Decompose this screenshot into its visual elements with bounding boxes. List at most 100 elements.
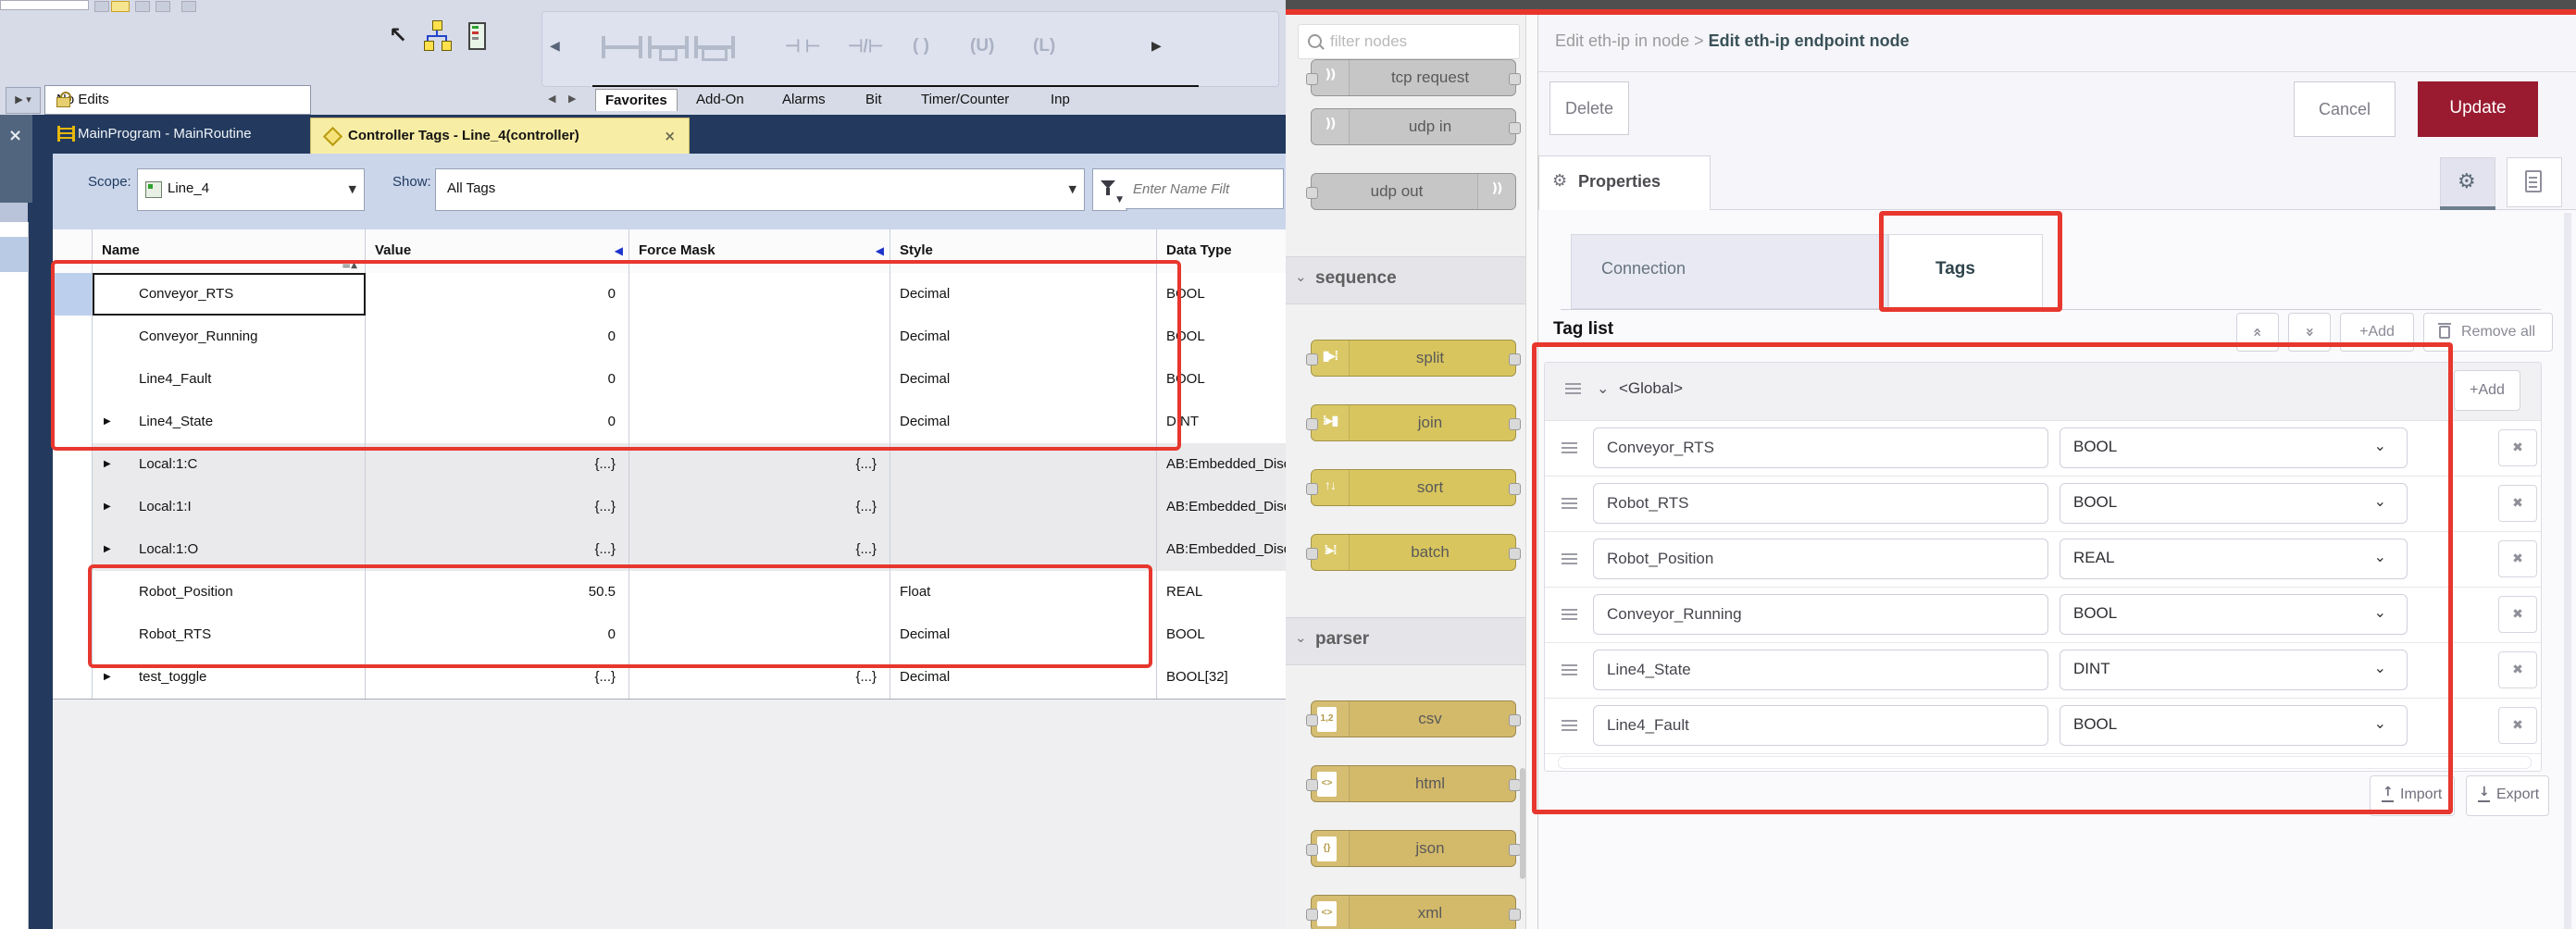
tag-name-input[interactable]: [1593, 594, 2048, 635]
toolbar-icon[interactable]: [94, 1, 109, 12]
tag-name-input[interactable]: [1593, 650, 2048, 690]
toolbar-icon-highlighted[interactable]: [111, 1, 130, 12]
tag-value-cell[interactable]: {...}: [366, 486, 629, 528]
palette-node-batch[interactable]: ⁞▸⁞ batch: [1311, 534, 1516, 571]
move-down-button[interactable]: «: [2288, 313, 2331, 352]
tag-force-cell[interactable]: [629, 358, 890, 401]
ladder-tab-timercounter[interactable]: Timer/Counter: [912, 89, 1018, 110]
tag-force-cell[interactable]: {...}: [629, 443, 890, 486]
tag-style-cell[interactable]: [890, 528, 1157, 571]
tag-force-cell[interactable]: {...}: [629, 528, 890, 571]
tag-name-cell[interactable]: Conveyor_Running: [93, 316, 366, 358]
row-selector[interactable]: [53, 443, 93, 486]
breadcrumb-parent[interactable]: Edit eth-ip in node: [1555, 31, 1689, 50]
remove-tag-button[interactable]: ✖: [2498, 651, 2537, 688]
ladder-tab-bit[interactable]: Bit: [856, 89, 891, 110]
remove-tag-button[interactable]: ✖: [2498, 707, 2537, 744]
palette-scrollbar[interactable]: [1520, 768, 1525, 879]
remove-tag-button[interactable]: ✖: [2498, 596, 2537, 633]
tag-style-cell[interactable]: [890, 486, 1157, 528]
ladder-tab-favorites[interactable]: Favorites: [595, 89, 678, 111]
tag-value-cell[interactable]: 0: [366, 273, 629, 316]
row-selector[interactable]: [53, 571, 93, 613]
remove-tag-button[interactable]: ✖: [2498, 540, 2537, 577]
tab-properties[interactable]: ⚙ Properties: [1538, 155, 1711, 210]
tag-name-input[interactable]: [1593, 483, 2048, 524]
name-filter-input[interactable]: [1126, 168, 1284, 209]
expand-arrow-icon[interactable]: ▶: [104, 528, 111, 571]
rung-icon[interactable]: [602, 36, 642, 58]
cancel-button[interactable]: Cancel: [2294, 81, 2396, 137]
tag-force-cell[interactable]: {...}: [629, 656, 890, 699]
tag-type-select[interactable]: BOOL ⌄: [2060, 594, 2408, 635]
node-description-button[interactable]: [2507, 157, 2562, 207]
palette-category-sequence[interactable]: ⌄ sequence: [1286, 256, 1525, 304]
scope-dropdown[interactable]: Line_4 ▼: [137, 168, 365, 211]
palette-node-xml[interactable]: <> xml: [1311, 895, 1516, 929]
expand-arrow-icon[interactable]: ▶: [104, 656, 111, 699]
tag-value-cell[interactable]: 0: [366, 613, 629, 656]
col-header-style[interactable]: Style: [890, 229, 1157, 273]
ladder-tab-addon[interactable]: Add-On: [687, 89, 753, 110]
remove-tag-button[interactable]: ✖: [2498, 485, 2537, 522]
ladder-tab-alarms[interactable]: Alarms: [773, 89, 835, 110]
row-selector[interactable]: [53, 273, 93, 316]
palette-node-csv[interactable]: 1,2 csv: [1311, 700, 1516, 737]
table-row[interactable]: ▶ test_toggle {...} {...} Decimal BOOL[3…: [53, 656, 1286, 700]
palette-node-json[interactable]: {} json: [1311, 830, 1516, 867]
tag-group-header[interactable]: ⌄ <Global> +Add: [1545, 363, 2541, 421]
palette-node-sort[interactable]: ↑↓ sort: [1311, 469, 1516, 506]
tag-name-input[interactable]: [1593, 539, 2048, 579]
tag-name-cell[interactable]: ▶ Local:1:I: [93, 486, 366, 528]
table-row[interactable]: Robot_RTS 0 Decimal BOOL: [53, 613, 1286, 657]
chevron-down-icon[interactable]: ⌄: [1597, 379, 1609, 397]
tag-name-cell[interactable]: ▶ Local:1:O: [93, 528, 366, 571]
network-browse-icon[interactable]: [424, 20, 452, 52]
tag-value-cell[interactable]: 0: [366, 316, 629, 358]
show-dropdown[interactable]: All Tags ▼: [435, 168, 1085, 211]
col-header-name[interactable]: Name ≣▲: [93, 229, 366, 273]
tag-style-cell[interactable]: Decimal: [890, 273, 1157, 316]
otl-coil-icon[interactable]: (L): [1033, 36, 1055, 56]
tag-type-cell[interactable]: AB:Embedded_Discre...: [1157, 486, 1286, 528]
filter-funnel-button[interactable]: ▼: [1092, 168, 1127, 211]
module-icon[interactable]: [468, 22, 486, 50]
close-tab-icon[interactable]: ×: [664, 128, 676, 144]
table-row[interactable]: ▶ Local:1:I {...} {...} AB:Embedded_Disc…: [53, 486, 1286, 529]
branch-icon[interactable]: [648, 36, 689, 58]
palette-node-join[interactable]: ⁞▸▮ join: [1311, 404, 1516, 441]
table-row[interactable]: Conveyor_RTS 0 Decimal BOOL: [53, 273, 1286, 316]
ote-coil-icon[interactable]: ( ): [913, 36, 929, 56]
expand-arrow-icon[interactable]: ▶: [104, 443, 111, 486]
run-mode-menu-button[interactable]: ▶ ▾: [6, 87, 41, 114]
delete-button[interactable]: Delete: [1549, 81, 1629, 135]
tag-type-cell[interactable]: BOOL[32]: [1157, 656, 1286, 699]
tag-value-cell[interactable]: {...}: [366, 528, 629, 571]
tag-value-cell[interactable]: 0: [366, 358, 629, 401]
close-panel-icon[interactable]: ×: [8, 126, 22, 145]
palette-node-tcp-request[interactable]: )) tcp request: [1311, 59, 1516, 96]
monitor-arrow-icon[interactable]: ◀: [876, 229, 884, 272]
import-button[interactable]: ↑ Import: [2370, 775, 2455, 816]
palette-node-udp-out[interactable]: )) udp out: [1311, 173, 1516, 210]
scroll-right-icon[interactable]: ▶: [1151, 38, 1162, 54]
remove-tag-button[interactable]: ✖: [2498, 429, 2537, 466]
export-button[interactable]: ↓ Export: [2466, 775, 2549, 816]
tag-style-cell[interactable]: Decimal: [890, 316, 1157, 358]
select-cursor-icon[interactable]: ↖: [389, 22, 407, 48]
palette-category-parser[interactable]: ⌄ parser: [1286, 617, 1525, 665]
move-up-button[interactable]: «: [2236, 313, 2279, 352]
toolbar-icon[interactable]: [135, 1, 150, 12]
tag-style-cell[interactable]: Decimal: [890, 358, 1157, 401]
tag-style-cell[interactable]: Decimal: [890, 401, 1157, 443]
tag-name-cell[interactable]: ▶ Line4_State: [93, 401, 366, 443]
tag-force-cell[interactable]: {...}: [629, 486, 890, 528]
tag-force-cell[interactable]: [629, 401, 890, 443]
palette-search-input[interactable]: [1328, 28, 1512, 56]
expand-arrow-icon[interactable]: ▶: [104, 486, 111, 528]
tag-force-cell[interactable]: [629, 613, 890, 656]
tag-type-select[interactable]: REAL ⌄: [2060, 539, 2408, 579]
tag-name-cell[interactable]: ▶ Local:1:C: [93, 443, 366, 486]
tab-scroll-left-icon[interactable]: ◀: [548, 93, 555, 105]
subtab-connection[interactable]: Connection: [1571, 234, 1888, 309]
